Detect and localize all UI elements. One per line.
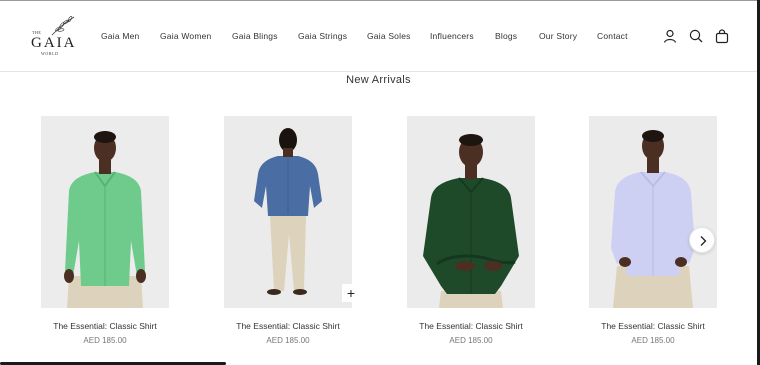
nav-item-our-story[interactable]: Our Story — [539, 31, 577, 41]
account-icon[interactable] — [662, 28, 678, 44]
brand-name: GAIA — [31, 35, 77, 51]
product-image[interactable] — [41, 116, 169, 308]
nav-item-gaia-strings[interactable]: Gaia Strings — [298, 31, 347, 41]
section-title: New Arrivals — [346, 74, 411, 86]
product-name[interactable]: The Essential: Classic Shirt — [569, 321, 737, 331]
nav-item-gaia-men[interactable]: Gaia Men — [101, 31, 139, 41]
product-image[interactable] — [589, 116, 717, 308]
product-image[interactable] — [224, 116, 352, 308]
product-card[interactable]: The Essential: Classic Shirt AED 185.00 — [589, 116, 717, 345]
nav-item-gaia-blings[interactable]: Gaia Blings — [232, 31, 278, 41]
product-card[interactable]: + The Essential: Classic Shirt AED 185.0… — [224, 116, 360, 345]
product-price: AED 185.00 — [631, 336, 675, 345]
product-image[interactable] — [407, 116, 535, 308]
product-card[interactable]: The Essential: Classic Shirt AED 185.00 — [407, 116, 535, 345]
site-header: THE GAIA WORLD Gaia Men Gaia Women Gaia … — [0, 1, 757, 72]
nav-item-gaia-soles[interactable]: Gaia Soles — [367, 31, 411, 41]
quick-add-button[interactable]: + — [342, 284, 360, 302]
product-price: AED 185.00 — [449, 336, 493, 345]
chevron-right-icon — [700, 236, 707, 246]
brand-logo[interactable]: THE GAIA WORLD — [28, 15, 78, 59]
search-icon[interactable] — [688, 28, 704, 44]
nav-item-influencers[interactable]: Influencers — [430, 31, 474, 41]
product-name[interactable]: The Essential: Classic Shirt — [204, 321, 372, 331]
brand-world: WORLD — [41, 51, 59, 56]
product-name[interactable]: The Essential: Classic Shirt — [387, 321, 555, 331]
cart-icon[interactable] — [714, 28, 730, 44]
product-price: AED 185.00 — [83, 336, 127, 345]
nav-item-contact[interactable]: Contact — [597, 31, 628, 41]
nav-item-blogs[interactable]: Blogs — [495, 31, 517, 41]
carousel-next-button[interactable] — [689, 227, 715, 253]
product-name[interactable]: The Essential: Classic Shirt — [21, 321, 189, 331]
product-card[interactable]: The Essential: Classic Shirt AED 185.00 — [41, 116, 169, 345]
nav-item-gaia-women[interactable]: Gaia Women — [160, 31, 211, 41]
product-price: AED 185.00 — [266, 336, 310, 345]
olive-branch-icon — [51, 16, 75, 36]
